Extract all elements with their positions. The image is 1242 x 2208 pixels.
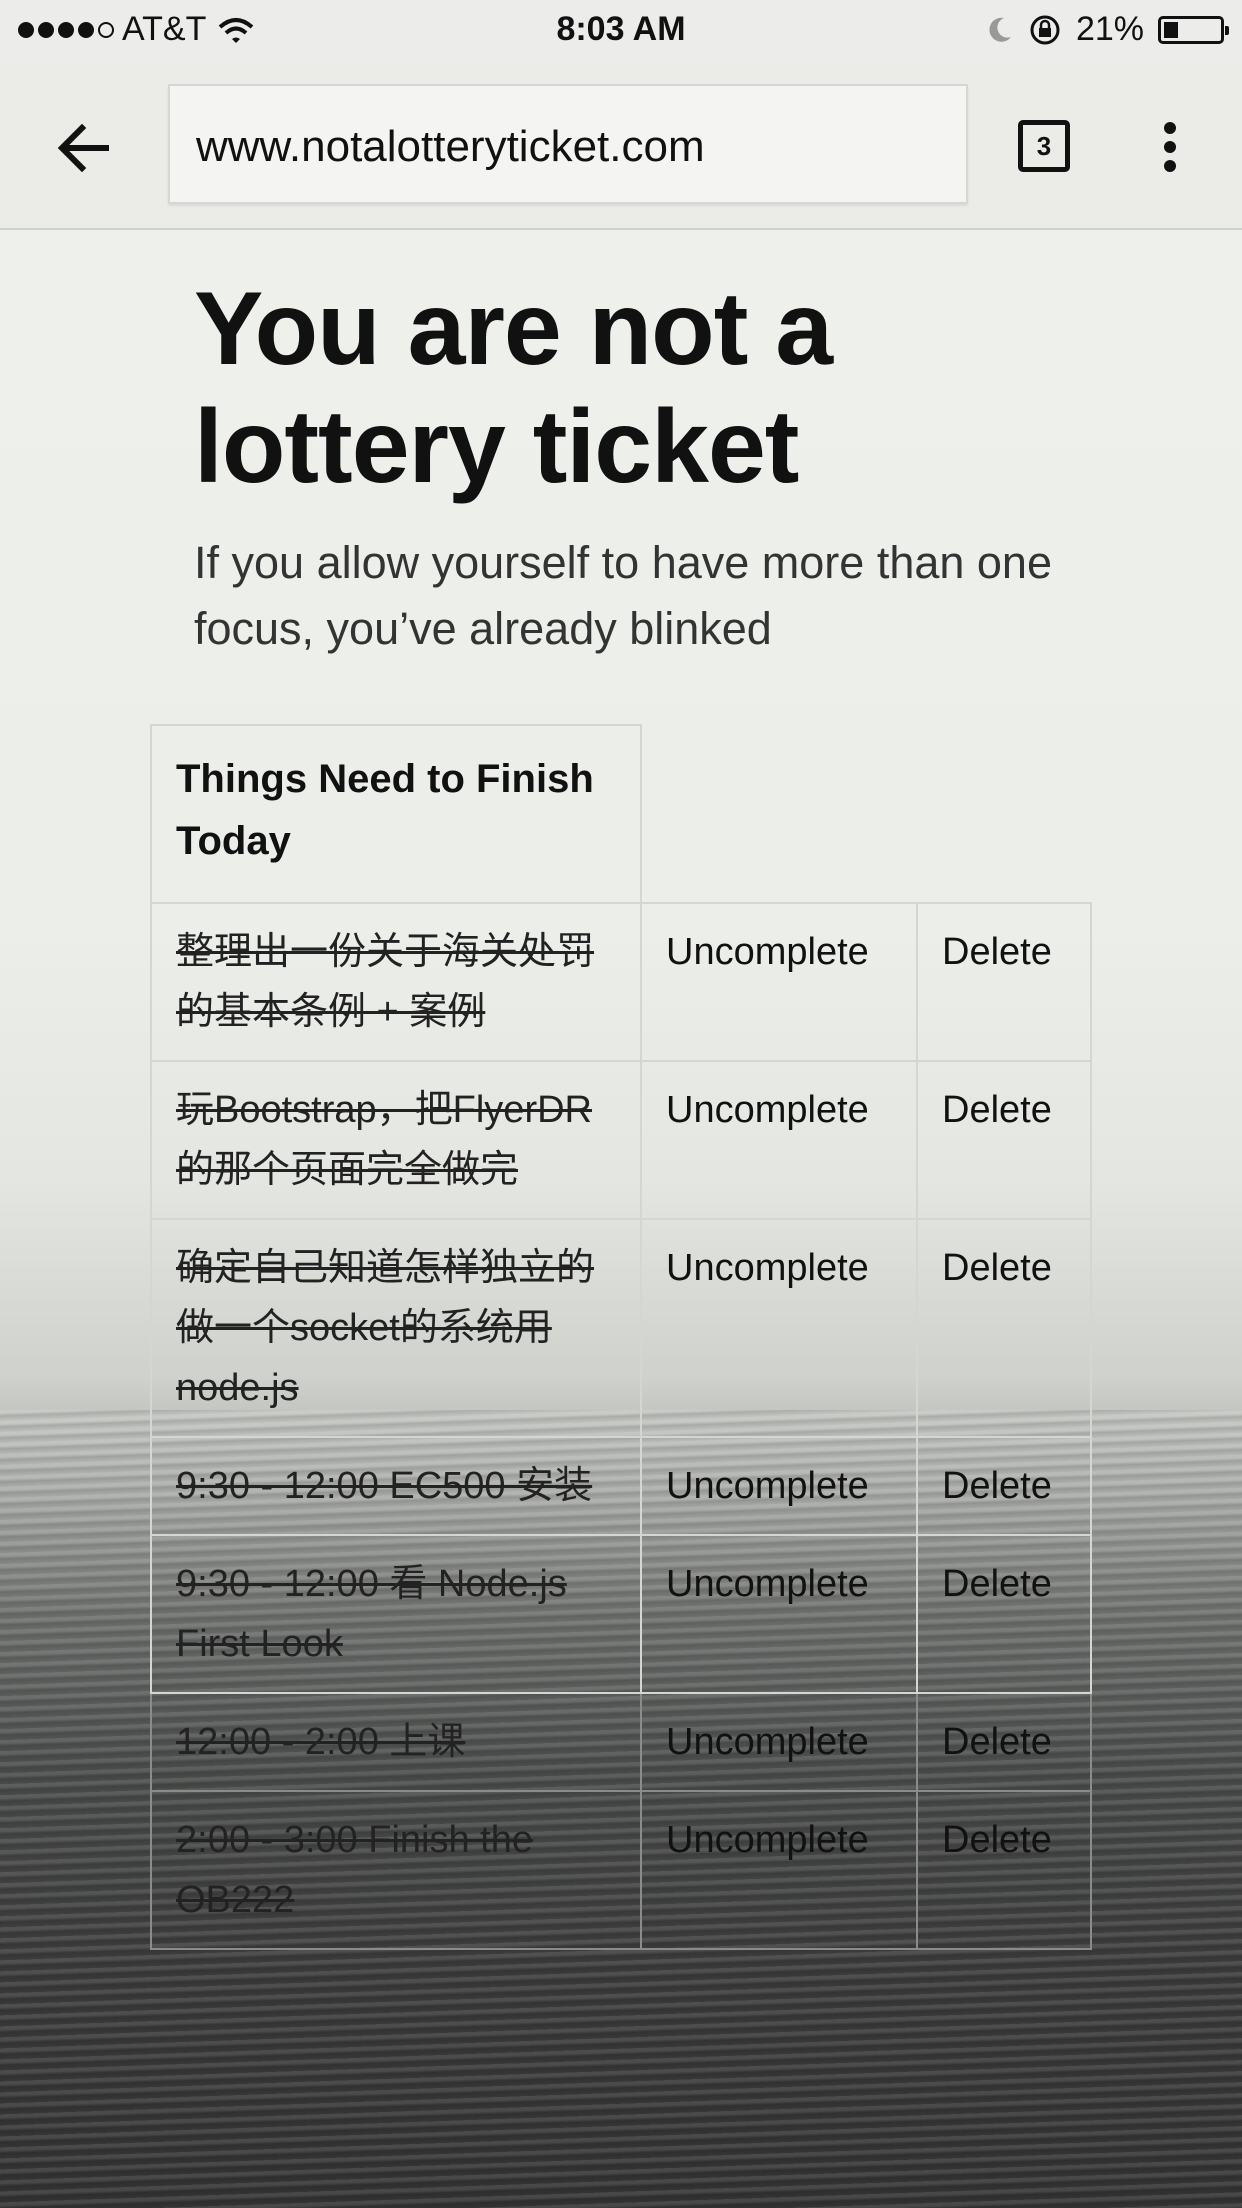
table-row: 12:00 - 2:00 上课 Uncomplete Delete [150, 1692, 1092, 1792]
battery-icon [1158, 15, 1229, 44]
web-page: You are not a lottery ticket If you allo… [0, 230, 1242, 2208]
table-row: 整理出一份关于海关处罚的基本条例 + 案例 Uncomplete Delete [150, 902, 1092, 1062]
table-row: 9:30 - 12:00 EC500 安装 Uncomplete Delete [150, 1436, 1092, 1536]
battery-percent: 21% [1075, 10, 1144, 48]
uncomplete-button[interactable]: Uncomplete [666, 1089, 869, 1131]
delete-button[interactable]: Delete [942, 1721, 1052, 1763]
moon-icon [989, 17, 1011, 42]
uncomplete-button[interactable]: Uncomplete [666, 1465, 869, 1507]
task-text[interactable]: 2:00 - 3:00 Finish the OB222 [176, 1819, 533, 1921]
table-row: 9:30 - 12:00 看 Node.js First Look Uncomp… [150, 1534, 1092, 1694]
table-header-empty [917, 725, 1091, 903]
overflow-menu-icon[interactable] [1156, 116, 1184, 180]
table-header-row: Things Need to Finish Today [150, 724, 1091, 904]
uncomplete-button[interactable]: Uncomplete [666, 1563, 869, 1605]
task-text[interactable]: 整理出一份关于海关处罚的基本条例 + 案例 [176, 931, 594, 1033]
task-text[interactable]: 9:30 - 12:00 看 Node.js First Look [176, 1563, 567, 1665]
delete-button[interactable]: Delete [942, 1465, 1052, 1507]
table-header-empty [641, 725, 917, 903]
table-row: 2:00 - 3:00 Finish the OB222 Uncomplete … [150, 1790, 1092, 1950]
uncomplete-button[interactable]: Uncomplete [666, 1721, 869, 1763]
browser-toolbar: www.notalotteryticket.com 3 [0, 64, 1242, 230]
task-text[interactable]: 确定自己知道怎样独立的做一个socket的系统用node.js [176, 1247, 594, 1409]
table-row: 玩Bootstrap，把FlyerDR的那个页面完全做完 Uncomplete … [150, 1060, 1092, 1220]
uncomplete-button[interactable]: Uncomplete [666, 1247, 869, 1289]
tab-switcher-button[interactable]: 3 [1018, 120, 1070, 172]
todo-table: Things Need to Finish Today 整理出一份关于海关处罚的… [150, 724, 1092, 1950]
task-text[interactable]: 9:30 - 12:00 EC500 安装 [176, 1465, 592, 1507]
delete-button[interactable]: Delete [942, 1247, 1052, 1289]
table-header: Things Need to Finish Today [150, 724, 642, 904]
status-bar: AT&T 8:03 AM 21% [0, 0, 1242, 64]
status-right: 21% [984, 10, 1229, 49]
page-subtitle: If you allow yourself to have more than … [194, 537, 1052, 654]
table-row: 确定自己知道怎样独立的做一个socket的系统用node.js Uncomple… [150, 1218, 1092, 1438]
page-headline: You are not a lottery ticket [194, 271, 833, 505]
task-text[interactable]: 玩Bootstrap，把FlyerDR的那个页面完全做完 [176, 1089, 592, 1191]
back-arrow-icon[interactable] [52, 116, 116, 180]
delete-button[interactable]: Delete [942, 931, 1052, 973]
task-text[interactable]: 12:00 - 2:00 上课 [176, 1721, 465, 1763]
rotation-lock-icon [1030, 15, 1060, 44]
delete-button[interactable]: Delete [942, 1089, 1052, 1131]
delete-button[interactable]: Delete [942, 1819, 1052, 1861]
uncomplete-button[interactable]: Uncomplete [666, 1819, 869, 1861]
uncomplete-button[interactable]: Uncomplete [666, 931, 869, 973]
url-text: www.notalotteryticket.com [196, 122, 705, 171]
delete-button[interactable]: Delete [942, 1563, 1052, 1605]
url-bar[interactable]: www.notalotteryticket.com [168, 84, 968, 204]
